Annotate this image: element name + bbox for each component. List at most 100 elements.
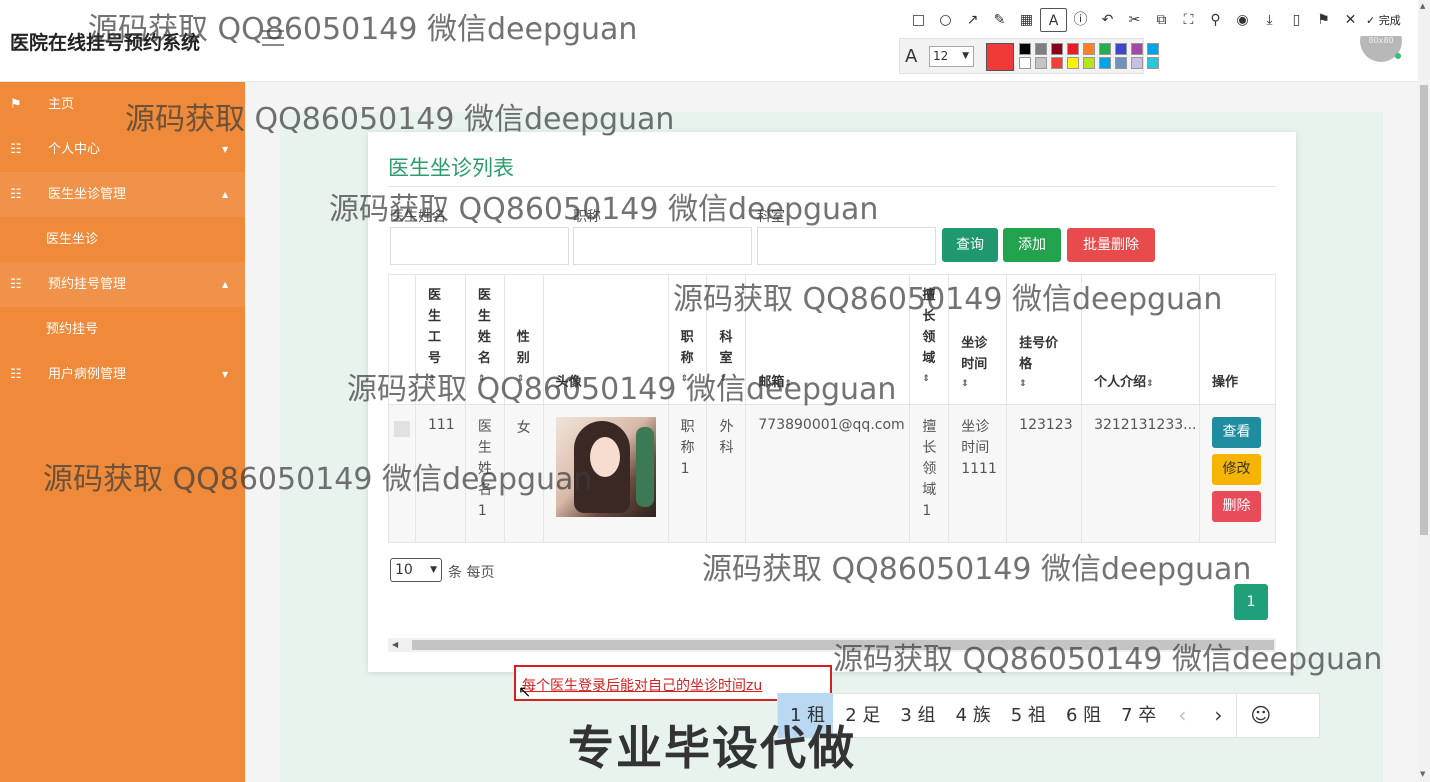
record-icon[interactable]: ◉ [1229,8,1256,32]
color-swatch[interactable] [1083,57,1095,69]
page-button-current[interactable]: 1 [1234,584,1268,620]
flag-icon: ⚑ [10,97,22,112]
undo-icon[interactable]: ↶ [1094,8,1121,32]
cell-dept: 外科 [706,404,747,543]
ime-candidate[interactable]: 6 阻 [1054,693,1109,738]
color-swatch[interactable] [1051,57,1063,69]
ime-next-icon[interactable]: › [1200,693,1236,738]
column-header-title[interactable]: 职称 ⇕ [667,274,708,405]
title-input[interactable] [573,227,752,265]
ime-candidate[interactable]: 5 祖 [999,693,1054,738]
done-button[interactable]: ✓ 完成 [1366,12,1401,28]
text-tool-icon[interactable]: A [1040,8,1067,32]
close-icon[interactable]: ✕ [1337,8,1364,32]
batch-delete-button[interactable]: 批量删除 [1067,228,1155,262]
scan-icon[interactable]: ⛶ [1175,8,1202,32]
doctor-name-input[interactable] [390,227,569,265]
page-title: 医生坐诊列表 [388,156,514,180]
sort-icon: ⇕ [427,374,436,384]
scroll-left-icon[interactable]: ◀ [392,638,398,652]
column-header-name[interactable]: 医生姓名 ⇕ [464,274,505,405]
cell-name: 医生姓名1 [464,404,505,543]
color-swatch[interactable] [1099,43,1111,55]
color-swatch[interactable] [1131,57,1143,69]
ime-candidate[interactable]: 3 组 [888,693,943,738]
sort-icon: ⇕ [719,374,728,384]
scroll-up-icon[interactable]: ▲ [1420,2,1425,10]
color-swatch[interactable] [1115,43,1127,55]
sidebar-item-doctor-schedule[interactable]: 医生坐诊 [0,217,245,262]
cell-id: 111 [414,404,466,543]
scrollbar-thumb[interactable] [412,640,1274,650]
doctor-avatar-image[interactable] [555,417,656,517]
sidebar: ⚑ 主页 ☷ 个人中心 ▼ ☷ 医生坐诊管理 ▲ 医生坐诊 ☷ 预约挂号管理 ▲… [0,82,245,782]
ellipse-tool-icon[interactable]: ○ [932,8,959,32]
cell-avatar [542,404,669,543]
column-header-price[interactable]: 挂号价格 ⇕ [1006,274,1083,405]
page-scrollbar-thumb[interactable] [1420,85,1428,535]
menu-toggle-icon[interactable] [262,30,284,48]
cell-ops: 查看 修改 删除 [1199,404,1276,543]
column-header-email[interactable]: 邮箱⇕ [745,274,911,405]
sidebar-item-appointment[interactable]: 预约挂号 [0,307,245,352]
column-header-specialty[interactable]: 擅长领域 ⇕ [909,274,950,405]
color-swatch[interactable] [1051,43,1063,55]
color-swatch[interactable] [1035,43,1047,55]
color-swatch[interactable] [1083,43,1095,55]
delete-button[interactable]: 删除 [1212,491,1262,522]
add-button[interactable]: 添加 [1003,228,1061,262]
edit-button[interactable]: 修改 [1212,454,1262,485]
color-swatch[interactable] [1099,57,1111,69]
page-vertical-scrollbar[interactable]: ▲ ▼ [1418,0,1430,782]
column-header-gender[interactable]: 性别 ⇕ [503,274,544,405]
sidebar-item-home[interactable]: ⚑ 主页 [0,82,245,127]
query-button[interactable]: 查询 [942,228,998,262]
dept-input[interactable] [757,227,936,265]
cell-time: 坐诊时间1111 [948,404,1008,543]
phone-icon[interactable]: ▯ [1283,8,1310,32]
color-swatch[interactable] [1067,57,1079,69]
color-swatch[interactable] [1067,43,1079,55]
color-swatch[interactable] [1147,43,1159,55]
cut-icon[interactable]: ✂ [1121,8,1148,32]
color-swatch[interactable] [1035,57,1047,69]
color-swatch[interactable] [1147,57,1159,69]
sort-icon: ⇕ [1019,379,1027,389]
sidebar-item-appointment-mgmt[interactable]: ☷ 预约挂号管理 ▲ [0,262,245,307]
rectangle-tool-icon[interactable]: □ [905,8,932,32]
column-header-intro[interactable]: 个人介绍⇕ [1081,274,1201,405]
number-tool-icon[interactable]: ⓘ [1067,8,1094,32]
color-swatch[interactable] [1019,57,1031,69]
sidebar-item-personal-center[interactable]: ☷ 个人中心 ▼ [0,127,245,172]
color-swatch[interactable] [1019,43,1031,55]
arrow-tool-icon[interactable]: ↗ [959,8,986,32]
ime-prev-icon[interactable]: ‹ [1164,693,1200,738]
bookmark-icon[interactable]: ⚑ [1310,8,1337,32]
sidebar-item-doctor-schedule-mgmt[interactable]: ☷ 医生坐诊管理 ▲ [0,172,245,217]
pen-tool-icon[interactable]: ✎ [986,8,1013,32]
horizontal-scrollbar[interactable]: ◀ [388,638,1276,652]
doctor-name-label: 医生姓名 [390,209,446,225]
row-checkbox[interactable] [394,421,410,437]
current-color-swatch[interactable] [986,43,1014,71]
column-header-dept[interactable]: 科室 ⇕ [706,274,747,405]
font-size-select[interactable]: 12 ▼ [929,46,974,67]
view-button[interactable]: 查看 [1212,417,1262,448]
table-header-row: 医生工号 ⇕ 医生姓名 ⇕ 性别 ⇕ 头像 职称 ⇕ 科室 ⇕ 邮箱⇕ 擅长领域 ⇕ 坐诊时… [388,274,1276,405]
per-page-label: 条 每页 [448,565,495,581]
per-page-select[interactable]: 10 ▼ [390,558,442,582]
ime-candidate[interactable]: 4 族 [944,693,999,738]
download-icon[interactable]: ⤓ [1256,8,1283,32]
translate-icon[interactable]: ⧉ [1148,8,1175,32]
scroll-down-icon[interactable]: ▼ [1420,770,1425,778]
column-header-time[interactable]: 坐诊时间 ⇕ [948,274,1008,405]
pin-icon[interactable]: ⚲ [1202,8,1229,32]
mosaic-tool-icon[interactable]: ▦ [1013,8,1040,32]
color-swatch[interactable] [1131,43,1143,55]
column-header-id[interactable]: 医生工号 ⇕ [414,274,466,405]
ime-emoji-icon[interactable]: ☺ [1236,693,1284,738]
ime-candidate[interactable]: 7 卒 [1109,693,1164,738]
sidebar-item-case-mgmt[interactable]: ☷ 用户病例管理 ▼ [0,352,245,397]
sort-icon: ⇕ [516,374,525,384]
color-swatch[interactable] [1115,57,1127,69]
